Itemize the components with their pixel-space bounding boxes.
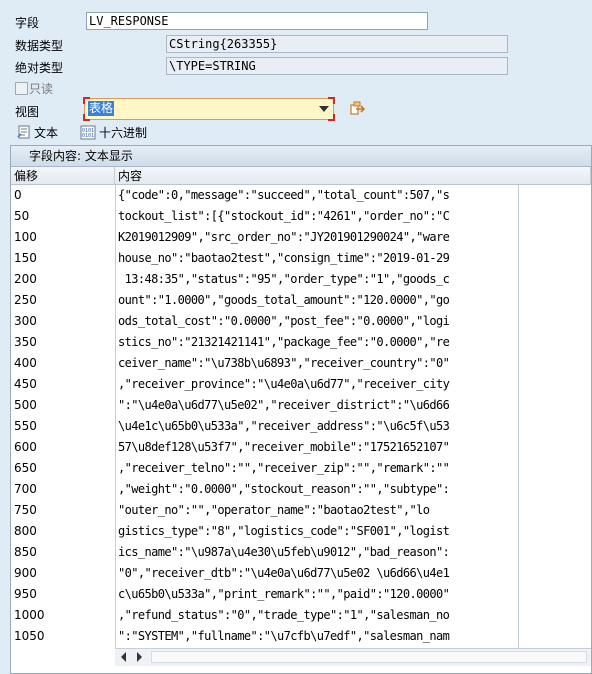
row-content[interactable]: gistics_type":"8","logistics_code":"SF00… bbox=[116, 521, 518, 542]
text-view-button[interactable]: 文本 bbox=[17, 124, 58, 140]
field-name-input[interactable]: LV_RESPONSE bbox=[86, 12, 428, 30]
row-offset: 650 bbox=[14, 461, 37, 475]
field-content-panel: 字段内容: 文本显示 偏移 内容 0 50 100 150 200 250 300 350 40… bbox=[10, 145, 592, 674]
content-column[interactable]: {"code":0,"message":"succeed","total_cou… bbox=[115, 185, 519, 648]
text-view-icon bbox=[17, 125, 30, 139]
scroll-left-icon[interactable] bbox=[121, 652, 126, 662]
row-offset: 1050 bbox=[14, 629, 45, 643]
readonly-checkbox[interactable] bbox=[15, 82, 28, 95]
execute-arrow-icon[interactable] bbox=[349, 100, 369, 118]
abstype-value: \TYPE=STRING bbox=[166, 57, 508, 75]
abstype-label: 绝对类型 bbox=[15, 61, 64, 75]
offset-column: 0 50 100 150 200 250 300 350 400 450 500 550 600 650 7… bbox=[11, 185, 115, 647]
row-content[interactable]: ":"\u4e0a\u6d77\u5e02","receiver_distric… bbox=[116, 395, 518, 416]
row-content[interactable]: {"code":0,"message":"succeed","total_cou… bbox=[116, 185, 518, 206]
scrollbar-track[interactable] bbox=[151, 651, 587, 663]
row-offset: 50 bbox=[14, 209, 30, 223]
offset-column-header[interactable]: 偏移 bbox=[11, 167, 115, 185]
hex-icon-text: 0101 bbox=[82, 133, 94, 139]
scroll-right-icon[interactable] bbox=[137, 652, 142, 662]
row-content[interactable]: 13:48:35","status":"95","order_type":"1"… bbox=[116, 269, 518, 290]
row-content[interactable]: house_no":"baotao2test","consign_time":"… bbox=[116, 248, 518, 269]
row-content[interactable]: ,"weight":"0.0000","stockout_reason":"",… bbox=[116, 479, 518, 500]
row-content[interactable]: ics_name":"\u987a\u4e30\u5feb\u9012","ba… bbox=[116, 542, 518, 563]
row-offset: 900 bbox=[14, 566, 37, 580]
row-content[interactable]: ods_total_cost":"0.0000","post_fee":"0.0… bbox=[116, 311, 518, 332]
row-offset: 350 bbox=[14, 335, 37, 349]
text-view-label: 文本 bbox=[34, 125, 59, 140]
row-offset: 950 bbox=[14, 587, 37, 601]
row-content[interactable]: ,"receiver_telno":"","receiver_zip":"","… bbox=[116, 458, 518, 479]
row-content[interactable]: K2019012909","src_order_no":"JY201901290… bbox=[116, 227, 518, 248]
row-offset: 400 bbox=[14, 356, 37, 370]
row-offset: 700 bbox=[14, 482, 37, 496]
row-content[interactable]: ":"SYSTEM","fullname":"\u7cfb\u7edf","sa… bbox=[116, 626, 518, 647]
row-offset: 750 bbox=[14, 503, 37, 517]
row-offset: 150 bbox=[14, 251, 37, 265]
datatype-label: 数据类型 bbox=[15, 39, 64, 53]
hex-view-label: 十六进制 bbox=[99, 125, 148, 140]
row-content[interactable]: ceiver_name":"\u738b\u6893","receiver_co… bbox=[116, 353, 518, 374]
row-offset: 100 bbox=[14, 230, 37, 244]
row-offset: 600 bbox=[14, 440, 37, 454]
row-content[interactable]: c\u65b0\u533a","print_remark":"","paid":… bbox=[116, 584, 518, 605]
row-content[interactable]: 57\u8def128\u53f7","receiver_mobile":"17… bbox=[116, 437, 518, 458]
row-content[interactable]: ,"refund_status":"0","trade_type":"1","s… bbox=[116, 605, 518, 626]
row-content[interactable]: tockout_list":[{"stockout_id":"4261","or… bbox=[116, 206, 518, 227]
row-content[interactable]: stics_no":"21321421141","package_fee":"0… bbox=[116, 332, 518, 353]
field-label: 字段 bbox=[15, 16, 40, 30]
row-content[interactable]: ,"receiver_province":"\u4e0a\u6d77","rec… bbox=[116, 374, 518, 395]
row-offset: 500 bbox=[14, 398, 37, 412]
row-offset: 550 bbox=[14, 419, 37, 433]
row-offset: 300 bbox=[14, 314, 37, 328]
datatype-value: CString{263355} bbox=[166, 35, 508, 53]
content-column-header[interactable]: 内容 bbox=[115, 167, 591, 185]
row-offset: 850 bbox=[14, 545, 37, 559]
hex-view-button[interactable]: 0101 0101 十六进制 bbox=[80, 124, 147, 140]
row-content[interactable]: "0","receiver_dtb":"\u4e0a\u6d77\u5e02 \… bbox=[116, 563, 518, 584]
view-select[interactable]: 表格 bbox=[83, 97, 335, 121]
panel-title: 字段内容: 文本显示 bbox=[11, 146, 591, 167]
row-offset: 450 bbox=[14, 377, 37, 391]
view-label: 视图 bbox=[15, 105, 40, 119]
hex-view-icon: 0101 0101 bbox=[80, 125, 96, 139]
row-offset: 0 bbox=[14, 188, 22, 202]
row-offset: 200 bbox=[14, 272, 37, 286]
chevron-down-icon[interactable] bbox=[319, 106, 329, 112]
row-offset: 1000 bbox=[14, 608, 45, 622]
row-content[interactable]: ount":"1.0000","goods_total_amount":"120… bbox=[116, 290, 518, 311]
row-content[interactable]: "outer_no":"","operator_name":"baotao2te… bbox=[116, 500, 518, 521]
view-select-value: 表格 bbox=[88, 101, 115, 116]
readonly-label: 只读 bbox=[29, 82, 54, 96]
horizontal-scrollbar[interactable] bbox=[115, 648, 591, 666]
row-content[interactable]: \u4e1c\u65b0\u533a","receiver_address":"… bbox=[116, 416, 518, 437]
row-offset: 800 bbox=[14, 524, 37, 538]
row-offset: 250 bbox=[14, 293, 37, 307]
